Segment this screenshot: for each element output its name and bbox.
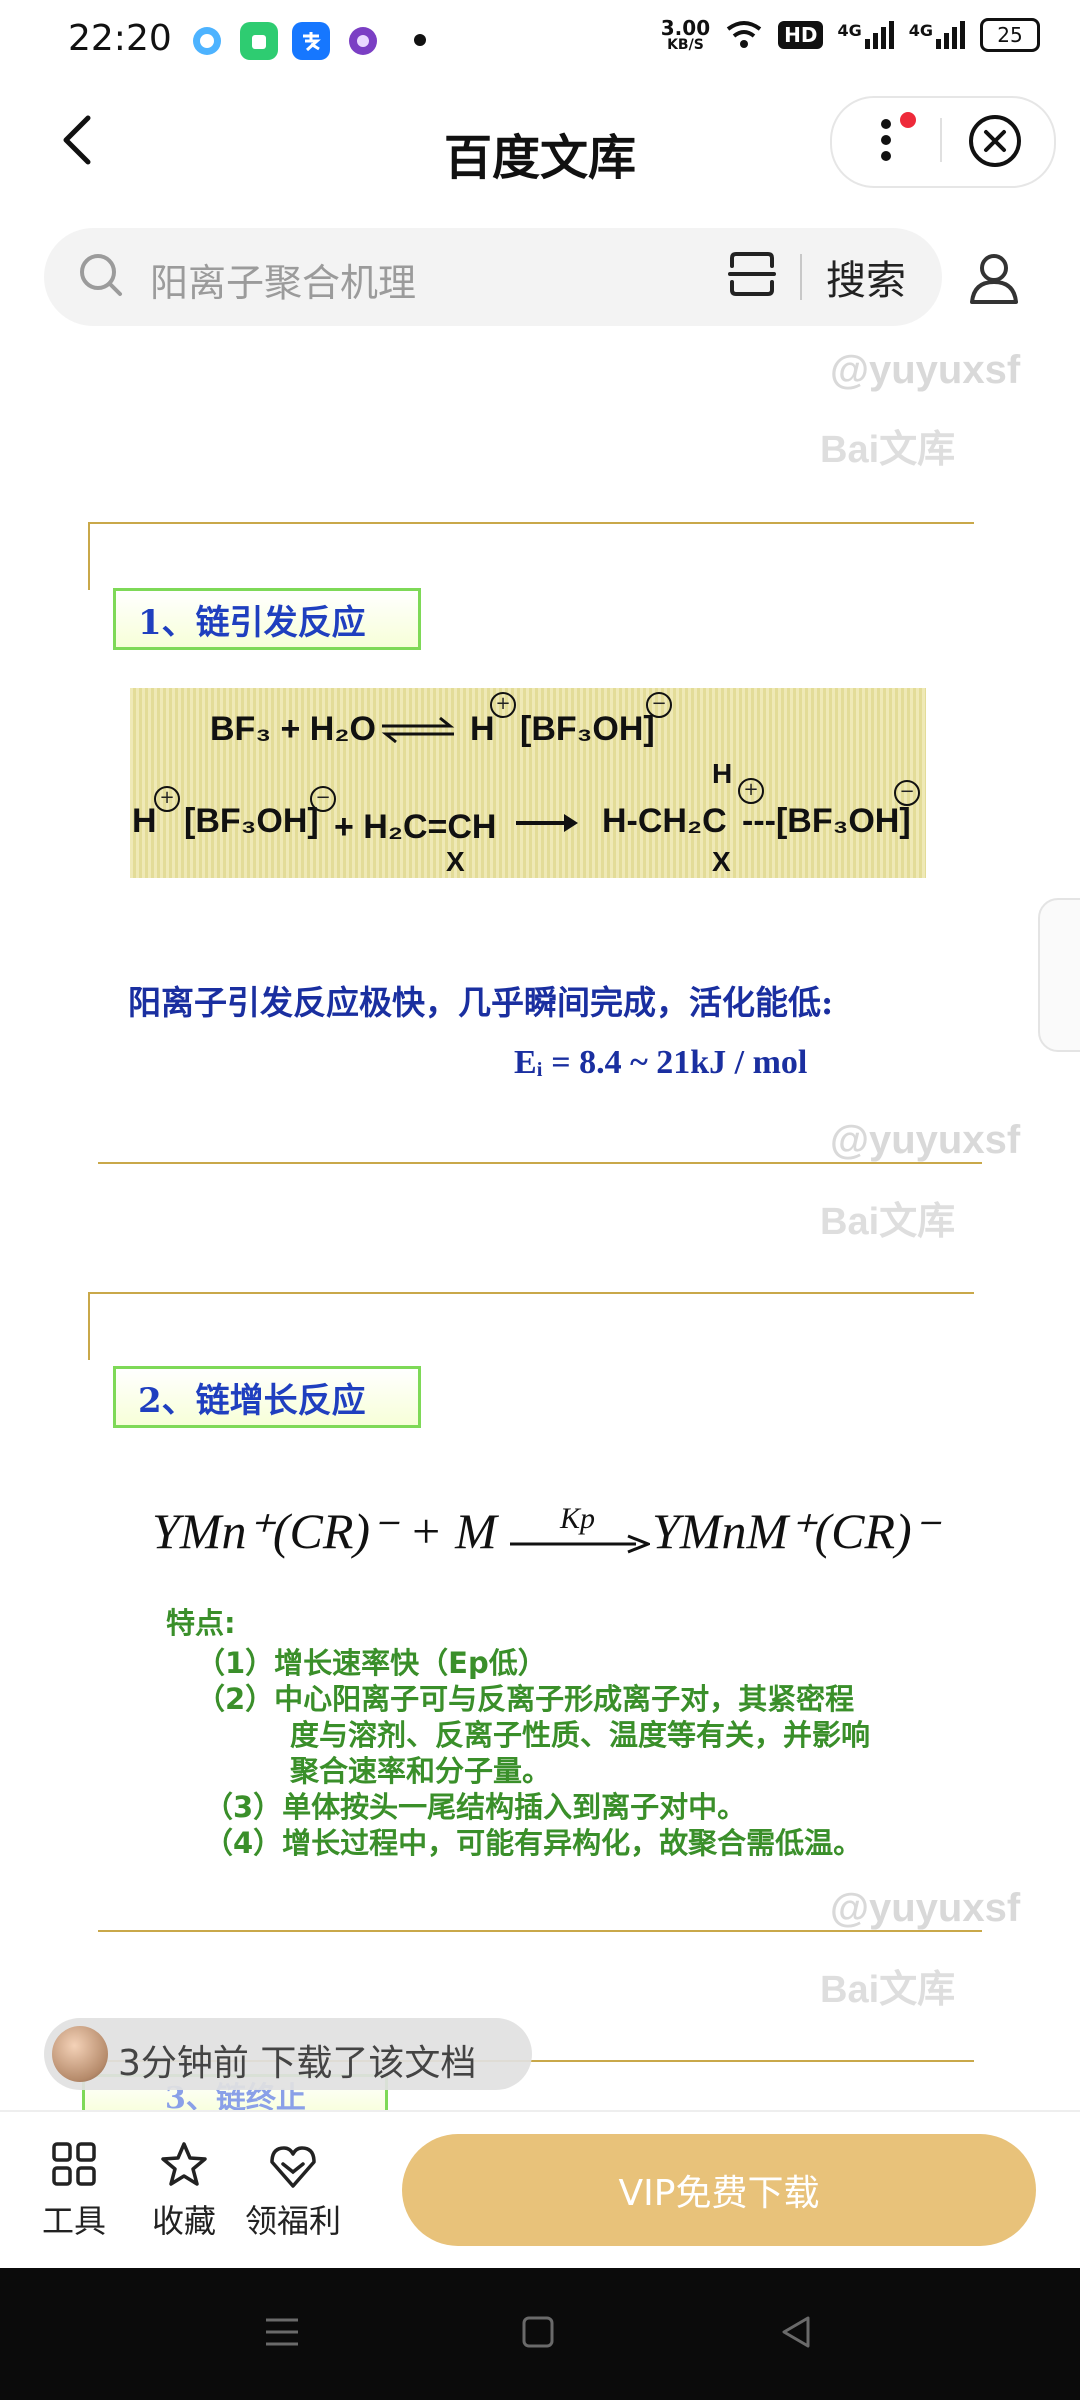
square-icon	[522, 2316, 554, 2348]
watermark-logo: Bai文库	[820, 429, 956, 471]
activation-energy-formula: Eᵢ = 8.4 ~ 21kJ / mol	[514, 1044, 808, 1081]
speed-unit: KB/S	[667, 37, 704, 53]
watermark-name: @yuyuxsf	[830, 1886, 1021, 1930]
reaction-arrow-icon	[514, 810, 580, 836]
features-title: 特点:	[166, 1606, 236, 1640]
rate-constant-label: Kp	[560, 1502, 596, 1535]
recent-apps-button[interactable]	[262, 2312, 302, 2352]
user-icon	[970, 254, 1018, 304]
battery-indicator: 25	[980, 18, 1040, 52]
favorite-button[interactable]: 收藏	[146, 2140, 222, 2240]
watermark-name: @yuyuxsf	[830, 1118, 1021, 1162]
wifi-icon	[726, 21, 762, 48]
slide1-heading-box: 1、链引发反应	[113, 588, 421, 650]
slide1-top-rule	[88, 522, 974, 524]
hd-badge: HD	[778, 21, 824, 49]
reaction1-anion: [BF₃OH]	[520, 710, 655, 748]
plus-charge-icon: +	[738, 778, 764, 804]
triangle-back-icon	[782, 2316, 810, 2348]
favorite-label: 收藏	[151, 2202, 216, 2240]
search-placeholder: 阳离子聚合机理	[150, 261, 417, 305]
tools-label: 工具	[41, 2202, 106, 2240]
scan-button[interactable]	[726, 248, 778, 300]
vip-download-label: VIP免费下载	[618, 2173, 820, 2214]
slide2-left-rule	[88, 1292, 90, 1360]
net-type-1: 4G	[837, 21, 862, 40]
toast-text: 3分钟前 下载了该文档	[118, 2043, 477, 2084]
watermark-logo: Bai文库	[820, 1969, 956, 2011]
feature-item: （4）增长过程中，可能有异构化，故聚合需低温。	[204, 1826, 863, 1860]
hd-label: HD	[784, 23, 818, 47]
minus-charge-icon: −	[310, 786, 336, 812]
close-circle-icon	[969, 115, 1021, 167]
signal-bars-icon	[936, 21, 965, 49]
slide2-heading-box: 2、链增长反应	[113, 1366, 421, 1428]
reaction1-reactants: BF₃ + H₂O	[210, 710, 376, 748]
signal-2: 4G	[909, 21, 966, 49]
welfare-label: 领福利	[244, 2202, 341, 2240]
reaction2-product-substituent: X	[712, 846, 731, 877]
signal-1: 4G	[837, 21, 894, 49]
vip-download-button[interactable]: VIP免费下载	[402, 2134, 1036, 2246]
watermark-logo: Bai文库	[820, 1201, 956, 1243]
reaction2-product-anion: ---[BF₃OH]	[742, 802, 911, 840]
slide2-bottom-rule	[98, 1930, 982, 1932]
store-app-icon	[240, 22, 278, 60]
search-button[interactable]: 搜索	[826, 248, 906, 306]
reaction2-monomer: + H₂C=CH	[334, 808, 497, 846]
plus-charge-icon: +	[154, 786, 180, 812]
more-vertical-icon	[881, 112, 916, 161]
slide1-bottom-rule	[98, 1162, 982, 1164]
diamond-heart-icon	[270, 2146, 316, 2188]
user-profile-button[interactable]	[966, 248, 1022, 308]
status-time: 22:20	[68, 18, 172, 59]
game-app-icon	[344, 22, 382, 60]
system-back-button[interactable]	[776, 2312, 816, 2352]
search-divider	[800, 254, 802, 300]
reaction2-product-top: H	[712, 758, 733, 789]
battery-level: 25	[997, 23, 1023, 47]
slide2-top-rule	[88, 1292, 974, 1294]
capsule-divider	[940, 118, 942, 162]
reaction1-cation: H	[470, 710, 495, 748]
menu-icon	[266, 2318, 298, 2346]
network-speed: 3.00 KB/S	[661, 18, 710, 52]
signal-bars-icon	[864, 21, 894, 49]
side-drawer-handle[interactable]	[1038, 898, 1080, 1052]
speed-value: 3.00	[660, 16, 711, 40]
avatar	[52, 2026, 108, 2082]
equilibrium-arrow-icon	[378, 712, 458, 748]
watermark-name: @yuyuxsf	[830, 348, 1021, 392]
propagation-equation-right: YMnM⁺(CR)⁻	[652, 1503, 939, 1559]
plus-charge-icon: +	[490, 692, 516, 718]
more-menu-button[interactable]	[862, 108, 926, 172]
home-button[interactable]	[518, 2312, 558, 2352]
slide1-heading: 1、链引发反应	[138, 602, 366, 643]
close-button[interactable]	[962, 108, 1028, 174]
search-icon	[76, 250, 128, 302]
welfare-button[interactable]: 领福利	[240, 2140, 346, 2240]
slide1-left-rule	[88, 522, 90, 590]
reaction2-product: H-CH₂C	[602, 802, 727, 840]
tools-button[interactable]: 工具	[36, 2140, 112, 2240]
grid-icon	[52, 2142, 96, 2186]
reaction2-anion: [BF₃OH]	[184, 802, 319, 840]
reaction2-substituent: X	[446, 846, 465, 877]
alipay-app-icon	[292, 22, 330, 60]
minus-charge-icon: −	[894, 780, 920, 806]
slide1-note: 阳离子引发反应极快，几乎瞬间完成，活化能低:	[128, 983, 834, 1022]
minus-charge-icon: −	[646, 692, 672, 718]
scan-icon	[728, 252, 776, 296]
star-icon	[161, 2142, 207, 2186]
slide2-heading: 2、链增长反应	[138, 1380, 366, 1421]
browser-app-icon	[188, 22, 226, 60]
reaction2-cation: H	[132, 802, 157, 840]
net-type-2: 4G	[908, 21, 933, 40]
status-right-group: 3.00 KB/S HD 4G 4G 25	[661, 18, 1040, 52]
more-notifications-dot	[414, 34, 426, 46]
propagation-equation-left: YMn⁺(CR)⁻ + M	[152, 1503, 497, 1559]
